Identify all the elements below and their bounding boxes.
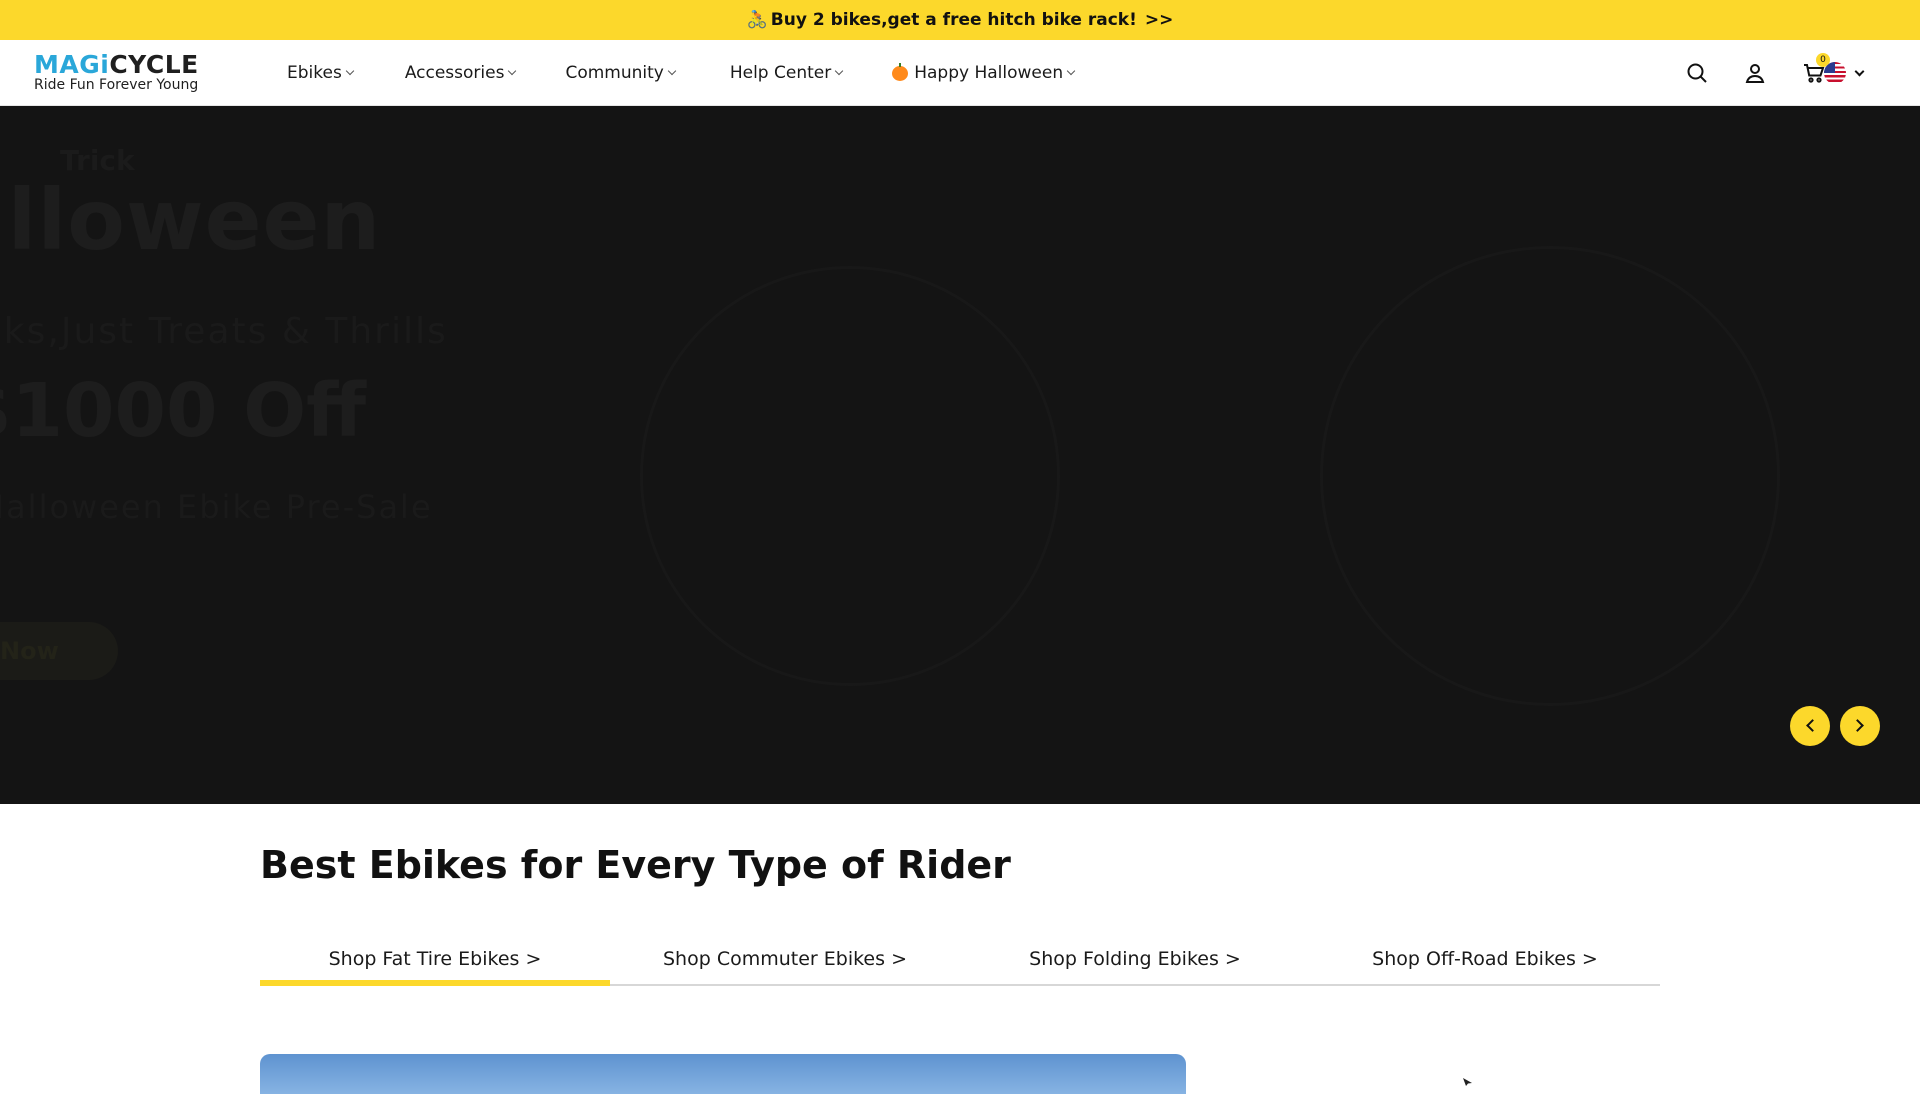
nav-item-label: Happy Halloween [914, 63, 1064, 83]
nav-item-happy-halloween[interactable]: Happy Halloween [892, 62, 1076, 83]
hero-banner[interactable]: Trick alloween icks,Just Treats & Thrill… [0, 106, 1920, 804]
hero-ghost-title: alloween [0, 171, 382, 269]
hero-bike-wheel-shape [1320, 246, 1780, 706]
chevron-right-icon [1851, 719, 1864, 732]
tab-commuter-ebikes[interactable]: Shop Commuter Ebikes > [610, 940, 960, 984]
hero-shop-button[interactable]: Now [0, 622, 118, 680]
logo[interactable]: MAGiCYCLE Ride Fun Forever Young [34, 52, 204, 94]
hero-ghost-line: Halloween Ebike Pre-Sale [0, 488, 433, 526]
language-selector[interactable] [1824, 62, 1865, 84]
bike-icon: 🚴 [746, 10, 768, 30]
nav-item-ebikes[interactable]: Ebikes [287, 63, 355, 83]
logo-tagline: Ride Fun Forever Young [34, 77, 199, 93]
chevron-down-icon [667, 66, 677, 76]
rider-type-tabs: Shop Fat Tire Ebikes > Shop Commuter Ebi… [260, 940, 1660, 986]
carousel-next-button[interactable] [1840, 706, 1880, 746]
nav-item-accessories[interactable]: Accessories [404, 63, 517, 83]
announcement-arrows[interactable]: >> [1145, 10, 1174, 30]
chevron-down-icon [1066, 66, 1076, 76]
cart-icon[interactable]: 0 [1802, 53, 1830, 85]
main-nav: Ebikes Accessories Community Help Center… [287, 40, 1124, 106]
hero-ghost-subtitle: icks,Just Treats & Thrills [0, 311, 448, 352]
nav-item-label: Accessories [404, 63, 505, 83]
us-flag-icon [1824, 62, 1846, 84]
nav-item-label: Ebikes [287, 63, 342, 83]
chevron-down-icon [1854, 66, 1865, 76]
hero-bike-wheel-shape [640, 266, 1060, 686]
chevron-down-icon [508, 66, 517, 76]
chevron-down-icon [345, 66, 355, 76]
nav-item-community[interactable]: Community [565, 63, 677, 83]
nav-item-help-center[interactable]: Help Center [729, 63, 844, 83]
tab-folding-ebikes[interactable]: Shop Folding Ebikes > [960, 940, 1310, 984]
account-icon[interactable] [1743, 61, 1767, 85]
hero-shop-button-label: Now [0, 637, 59, 665]
cursor-arrow-icon [1462, 1072, 1474, 1086]
tab-fat-tire-ebikes[interactable]: Shop Fat Tire Ebikes > [260, 940, 610, 986]
site-header: MAGiCYCLE Ride Fun Forever Young Ebikes … [0, 40, 1920, 106]
search-icon[interactable] [1685, 61, 1709, 85]
tab-off-road-ebikes[interactable]: Shop Off-Road Ebikes > [1310, 940, 1660, 984]
logo-wordmark: MAGiCYCLE [34, 50, 199, 79]
product-image[interactable] [260, 1054, 1186, 1094]
announcement-text[interactable]: Buy 2 bikes,get a free hitch bike rack! [771, 10, 1137, 30]
section-title: Best Ebikes for Every Type of Rider [260, 843, 1011, 887]
announcement-bar[interactable]: 🚴 Buy 2 bikes,get a free hitch bike rack… [0, 0, 1920, 40]
nav-item-label: Community [565, 63, 664, 83]
carousel-prev-button[interactable] [1790, 706, 1830, 746]
pumpkin-icon [892, 62, 909, 81]
nav-item-label: Help Center [729, 63, 832, 83]
chevron-down-icon [834, 66, 844, 76]
chevron-left-icon [1806, 719, 1819, 732]
hero-ghost-price: $1000 Off [0, 368, 367, 454]
